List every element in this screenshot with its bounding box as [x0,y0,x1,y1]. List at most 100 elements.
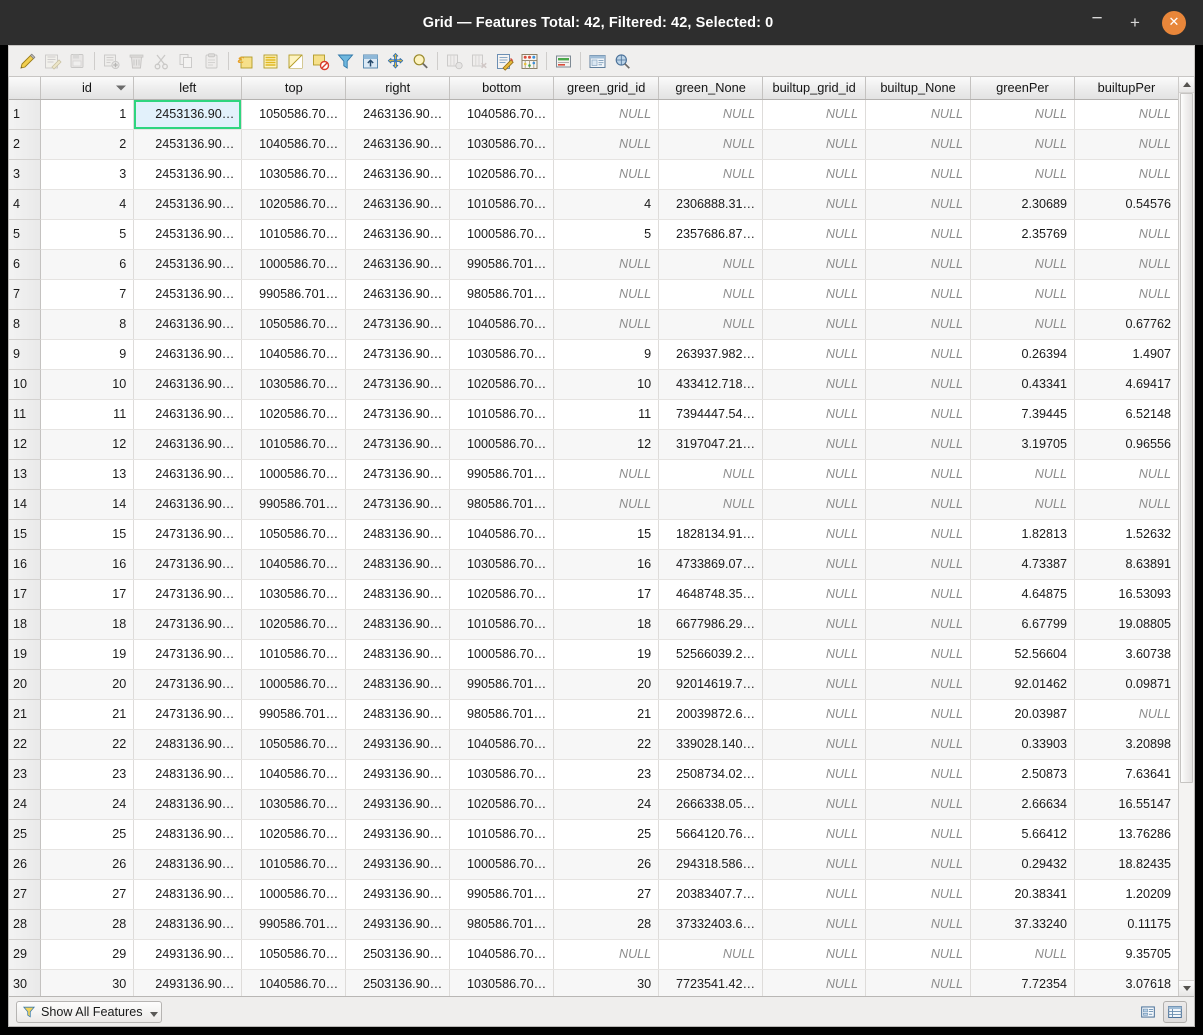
cell-green_grid_id[interactable]: 19 [553,639,660,670]
cell-green_grid_id[interactable]: 9 [553,339,660,370]
cell-right[interactable]: 2483136.90… [345,549,451,580]
cell-id[interactable]: 29 [40,939,135,970]
cell-green_None[interactable]: 7394447.54… [658,399,764,430]
cell-builtup_grid_id[interactable]: NULL [762,849,867,880]
cell-bottom[interactable]: 1030586.70… [449,969,555,996]
cell-builtup_None[interactable]: NULL [865,639,972,670]
cell-builtup_None[interactable]: NULL [865,939,972,970]
cell-builtupPer[interactable]: NULL [1074,459,1178,490]
cell-builtup_grid_id[interactable]: NULL [762,699,867,730]
select-all-icon[interactable] [258,49,283,74]
cell-green_grid_id[interactable]: 24 [553,789,660,820]
cell-top[interactable]: 1040586.70… [241,129,347,160]
cell-builtup_grid_id[interactable]: NULL [762,609,867,640]
cell-top[interactable]: 1040586.70… [241,549,347,580]
cell-id[interactable]: 4 [40,189,135,220]
cell-id[interactable]: 28 [40,909,135,940]
cell-green_grid_id[interactable]: 15 [553,519,660,550]
table-row[interactable]: 17 17 2473136.90… 1030586.70… 2483136.90… 102… [9,579,1178,610]
toggle-editing-icon[interactable] [15,49,40,74]
cell-builtupPer[interactable]: NULL [1074,129,1178,160]
cell-green_None[interactable]: 263937.982… [658,339,764,370]
cell-green_None[interactable]: 294318.586… [658,849,764,880]
cell-bottom[interactable]: 1020586.70… [449,789,555,820]
column-header-green_grid_id[interactable]: green_grid_id [553,77,660,100]
cell-green_None[interactable]: 20039872.6… [658,699,764,730]
table-row[interactable]: 1 1 2453136.90… 1050586.70… 2463136.90… 10405… [9,99,1178,130]
cell-builtupPer[interactable]: 6.52148 [1074,399,1178,430]
cell-greenPer[interactable]: 20.38341 [970,879,1075,910]
cell-green_None[interactable]: NULL [658,939,764,970]
cell-green_grid_id[interactable]: NULL [553,489,660,520]
paste-features-icon[interactable] [199,49,224,74]
scrollbar-track[interactable] [1179,93,1194,980]
cell-id[interactable]: 19 [40,639,135,670]
cell-green_grid_id[interactable]: 23 [553,759,660,790]
cell-green_None[interactable]: 2357686.87… [658,219,764,250]
cell-right[interactable]: 2493136.90… [345,759,451,790]
table-row[interactable]: 10 10 2463136.90… 1030586.70… 2473136.90… 102… [9,369,1178,400]
cell-builtup_grid_id[interactable]: NULL [762,99,867,130]
table-view-button[interactable] [1163,1000,1187,1023]
cell-top[interactable]: 1050586.70… [241,939,347,970]
cell-builtupPer[interactable]: NULL [1074,489,1178,520]
cell-bottom[interactable]: 1040586.70… [449,309,555,340]
cell-left[interactable]: 2473136.90… [133,549,243,580]
row-header[interactable]: 5 [9,219,41,250]
cell-builtup_None[interactable]: NULL [865,129,972,160]
row-header[interactable]: 4 [9,189,41,220]
cell-id[interactable]: 21 [40,699,135,730]
cell-top[interactable]: 1050586.70… [241,519,347,550]
cell-builtupPer[interactable]: NULL [1074,279,1178,310]
cell-bottom[interactable]: 1010586.70… [449,399,555,430]
cell-builtup_None[interactable]: NULL [865,339,972,370]
cell-green_grid_id[interactable]: NULL [553,99,660,130]
cell-green_None[interactable]: 1828134.91… [658,519,764,550]
zoom-map-to-selection-icon[interactable] [408,49,433,74]
table-row[interactable]: 11 11 2463136.90… 1020586.70… 2473136.90… 101… [9,399,1178,430]
cell-builtupPer[interactable]: 0.09871 [1074,669,1178,700]
cell-top[interactable]: 1000586.70… [241,879,347,910]
cell-builtupPer[interactable]: 4.69417 [1074,369,1178,400]
cell-id[interactable]: 13 [40,459,135,490]
cell-builtup_None[interactable]: NULL [865,549,972,580]
cell-bottom[interactable]: 1040586.70… [449,729,555,760]
cell-top[interactable]: 1010586.70… [241,639,347,670]
cell-greenPer[interactable]: 0.26394 [970,339,1075,370]
cell-builtup_None[interactable]: NULL [865,879,972,910]
cell-green_grid_id[interactable]: 30 [553,969,660,996]
cell-greenPer[interactable]: 2.66634 [970,789,1075,820]
cell-top[interactable]: 1050586.70… [241,99,347,130]
table-row[interactable]: 19 19 2473136.90… 1010586.70… 2483136.90… 100… [9,639,1178,670]
cell-green_None[interactable]: 6677986.29… [658,609,764,640]
cell-greenPer[interactable]: NULL [970,489,1075,520]
row-header[interactable]: 10 [9,369,41,400]
cell-builtupPer[interactable]: 13.76286 [1074,819,1178,850]
cell-greenPer[interactable]: 2.50873 [970,759,1075,790]
cell-top[interactable]: 1040586.70… [241,759,347,790]
cell-builtup_None[interactable]: NULL [865,759,972,790]
cell-greenPer[interactable]: 2.30689 [970,189,1075,220]
table-row[interactable]: 13 13 2463136.90… 1000586.70… 2473136.90… 990… [9,459,1178,490]
cell-greenPer[interactable]: 0.43341 [970,369,1075,400]
cell-right[interactable]: 2473136.90… [345,459,451,490]
row-header[interactable]: 20 [9,669,41,700]
cell-bottom[interactable]: 1040586.70… [449,519,555,550]
cell-top[interactable]: 990586.701… [241,909,347,940]
scroll-down-button[interactable] [1179,980,1194,996]
cell-id[interactable]: 10 [40,369,135,400]
cell-green_grid_id[interactable]: NULL [553,129,660,160]
cell-greenPer[interactable]: NULL [970,309,1075,340]
table-row[interactable]: 23 23 2483136.90… 1040586.70… 2493136.90… 103… [9,759,1178,790]
cell-builtup_grid_id[interactable]: NULL [762,519,867,550]
cell-left[interactable]: 2463136.90… [133,369,243,400]
table-row[interactable]: 30 30 2493136.90… 1040586.70… 2503136.90… 103… [9,969,1178,996]
cell-left[interactable]: 2483136.90… [133,909,243,940]
cell-right[interactable]: 2463136.90… [345,189,451,220]
cell-right[interactable]: 2493136.90… [345,909,451,940]
cell-greenPer[interactable]: 3.19705 [970,429,1075,460]
cell-greenPer[interactable]: 37.33240 [970,909,1075,940]
cell-bottom[interactable]: 1020586.70… [449,369,555,400]
cell-right[interactable]: 2483136.90… [345,639,451,670]
scrollbar-thumb[interactable] [1180,93,1193,783]
